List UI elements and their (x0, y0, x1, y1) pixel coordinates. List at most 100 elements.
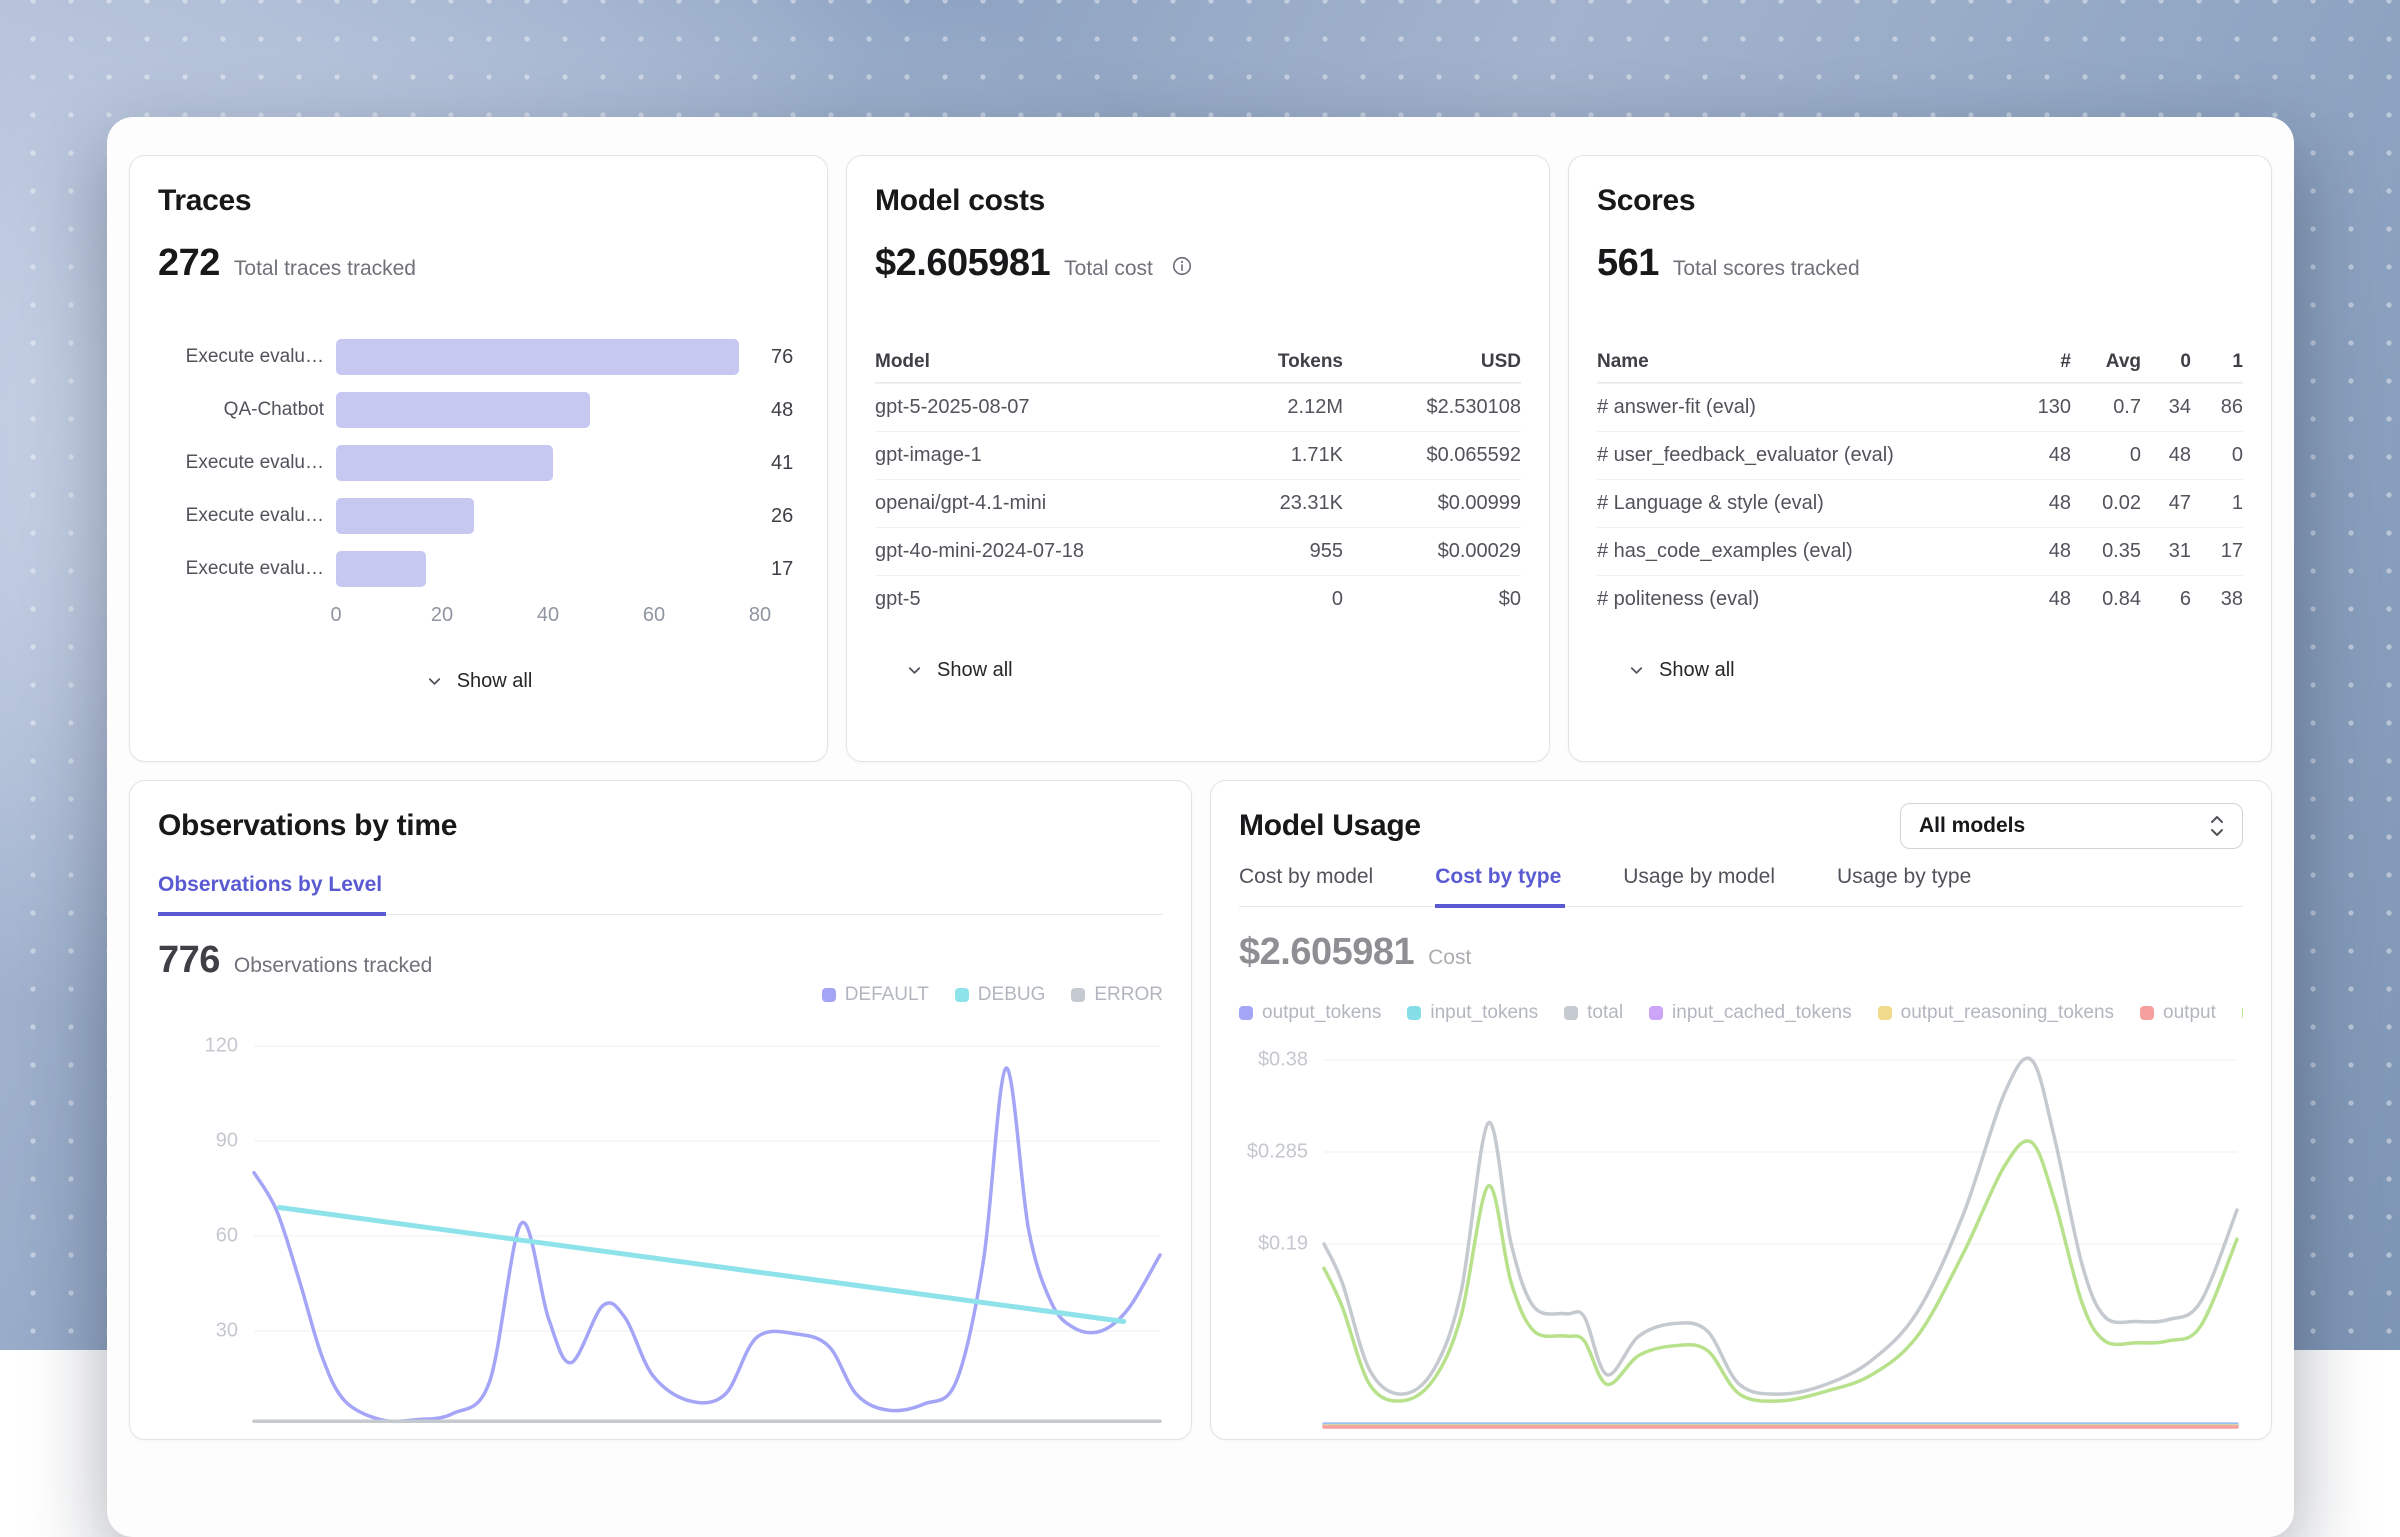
x-axis-tick: 40 (537, 604, 559, 627)
table-cell: 0.7 (2071, 396, 2141, 419)
table-row[interactable]: # has_code_examples (eval)480.353117 (1597, 527, 2243, 575)
model-usage-card: Model Usage All models Cost by modelCost… (1210, 780, 2272, 1440)
legend-item[interactable]: DEFAULT (822, 984, 929, 1006)
tab-usage-by-model[interactable]: Usage by model (1623, 865, 1779, 906)
model-usage-chart-area: $2.605981 Cost output_tokens input_tokens… (1239, 931, 2243, 1440)
traces-card-title: Traces (158, 184, 799, 218)
column-header: Name (1597, 351, 1999, 373)
legend-item[interactable]: output_reasoning_tokens (1878, 1002, 2114, 1024)
model-costs-card-title: Model costs (875, 184, 1521, 218)
legend-item[interactable]: output_tokens (1239, 1002, 1381, 1024)
trace-bar-label: QA-Chatbot (158, 399, 324, 421)
table-cell: # user_feedback_evaluator (eval) (1597, 444, 1999, 467)
table-cell: 0 (2191, 444, 2243, 467)
top-cards-row: Traces 272 Total traces tracked Execute … (129, 155, 2272, 762)
column-header: Avg (2071, 351, 2141, 373)
legend-item[interactable]: DEBUG (955, 984, 1046, 1006)
legend-item[interactable]: input (2242, 1002, 2243, 1024)
chevron-down-icon (425, 672, 444, 691)
trace-bar-row: Execute evalu…17 (158, 551, 799, 587)
model-usage-stat: $2.605981 Cost (1239, 931, 2243, 974)
x-axis-tick: 0 (330, 604, 341, 627)
y-axis-tick-label: 60 (216, 1224, 238, 1246)
table-row[interactable]: # user_feedback_evaluator (eval)480480 (1597, 431, 2243, 479)
model-usage-cost-label: Cost (1428, 946, 1471, 970)
table-cell: 2.12M (1173, 396, 1343, 419)
table-cell: 86 (2191, 396, 2243, 419)
scores-total-label: Total scores tracked (1673, 257, 1860, 281)
scores-card: Scores 561 Total scores tracked Name#Avg… (1568, 155, 2272, 762)
legend-label: DEBUG (978, 984, 1046, 1006)
scores-show-all-button[interactable]: Show all (1597, 659, 1735, 682)
y-axis-tick-label: 120 (205, 1034, 238, 1056)
table-cell: gpt-5-2025-08-07 (875, 396, 1173, 419)
trace-bar-row: Execute evalu…41 (158, 445, 799, 481)
trace-bar-track (336, 392, 760, 428)
legend-item[interactable]: output (2140, 1002, 2216, 1024)
table-cell: $0.065592 (1343, 444, 1521, 467)
table-cell: gpt-4o-mini-2024-07-18 (875, 540, 1173, 563)
legend-label: DEFAULT (845, 984, 929, 1006)
trace-bar-track (336, 339, 760, 375)
trace-bar-value: 48 (771, 399, 793, 422)
tab-usage-by-type[interactable]: Usage by type (1837, 865, 1975, 906)
table-cell: 0 (1173, 588, 1343, 611)
table-row[interactable]: openai/gpt-4.1-mini23.31K$0.00999 (875, 479, 1521, 527)
table-cell: 48 (1999, 588, 2071, 611)
observations-stat: 776 Observations tracked (158, 939, 1163, 982)
trace-bar-track (336, 498, 760, 534)
trace-bar-value: 26 (771, 505, 793, 528)
trace-bar-value: 41 (771, 452, 793, 475)
table-row[interactable]: # Language & style (eval)480.02471 (1597, 479, 2243, 527)
legend-item[interactable]: total (1564, 1002, 1623, 1024)
legend-item[interactable]: input_tokens (1407, 1002, 1538, 1024)
table-row[interactable]: gpt-50$0 (875, 575, 1521, 623)
model-costs-show-all-button[interactable]: Show all (875, 659, 1013, 682)
column-header: # (1999, 351, 2071, 373)
trace-bar[interactable] (336, 498, 474, 534)
table-cell: 48 (1999, 444, 2071, 467)
tab-observations-by-level[interactable]: Observations by Level (158, 873, 386, 916)
table-row[interactable]: # politeness (eval)480.84638 (1597, 575, 2243, 623)
column-header: Model (875, 351, 1173, 373)
trace-bar[interactable] (336, 445, 553, 481)
traces-bar-chart-x-axis: 020406080 (336, 604, 760, 634)
y-axis-tick-label: $0.285 (1247, 1140, 1308, 1162)
table-row[interactable]: # answer-fit (eval)1300.73486 (1597, 383, 2243, 431)
trace-bar[interactable] (336, 339, 739, 375)
table-cell: $0 (1343, 588, 1521, 611)
legend-swatch-icon (2140, 1006, 2154, 1020)
observations-tabs: Observations by Level (158, 873, 1163, 915)
trace-bar-value: 76 (771, 346, 793, 369)
table-row[interactable]: gpt-5-2025-08-072.12M$2.530108 (875, 383, 1521, 431)
bottom-cards-row: Observations by time Observations by Lev… (129, 780, 2272, 1440)
table-cell: gpt-image-1 (875, 444, 1173, 467)
table-cell: 0.35 (2071, 540, 2141, 563)
trace-bar[interactable] (336, 551, 426, 587)
table-cell: 17 (2191, 540, 2243, 563)
model-filter-select[interactable]: All models (1900, 803, 2243, 849)
chevron-down-icon (1627, 661, 1646, 680)
column-header: 1 (2191, 351, 2243, 373)
y-axis-tick-label: $0.38 (1258, 1048, 1308, 1070)
chevron-down-icon (905, 661, 924, 680)
model-costs-total-value: $2.605981 (875, 242, 1050, 285)
legend-swatch-icon (1071, 988, 1085, 1002)
legend-item[interactable]: ERROR (1071, 984, 1163, 1006)
tab-cost-by-model[interactable]: Cost by model (1239, 865, 1377, 906)
legend-label: output_tokens (1262, 1002, 1381, 1024)
traces-card: Traces 272 Total traces tracked Execute … (129, 155, 828, 762)
tab-cost-by-type[interactable]: Cost by type (1435, 865, 1565, 908)
model-costs-card: Model costs $2.605981 Total cost ModelTo… (846, 155, 1550, 762)
legend-item[interactable]: input_cached_tokens (1649, 1002, 1852, 1024)
table-row[interactable]: gpt-image-11.71K$0.065592 (875, 431, 1521, 479)
observations-line-chart: 120906030 (158, 1022, 1164, 1440)
legend-label: input_cached_tokens (1672, 1002, 1852, 1024)
observations-card: Observations by time Observations by Lev… (129, 780, 1192, 1440)
traces-show-all-button[interactable]: Show all (158, 670, 799, 693)
table-cell: 38 (2191, 588, 2243, 611)
legend-swatch-icon (1564, 1006, 1578, 1020)
table-cell: $0.00029 (1343, 540, 1521, 563)
trace-bar[interactable] (336, 392, 590, 428)
table-row[interactable]: gpt-4o-mini-2024-07-18955$0.00029 (875, 527, 1521, 575)
